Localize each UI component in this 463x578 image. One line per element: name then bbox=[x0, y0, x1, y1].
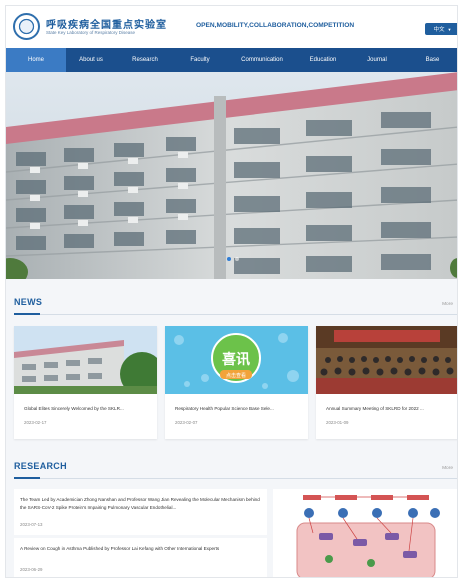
carousel-dot[interactable] bbox=[226, 257, 231, 261]
research-more-link[interactable]: More bbox=[442, 466, 453, 471]
research-item-date: 2023-07-13 bbox=[20, 522, 43, 527]
logo-title-en: State Key Laboratory of Respiratory Dise… bbox=[46, 30, 136, 35]
research-section-title: RESEARCH bbox=[14, 461, 67, 471]
mechanism-diagram-image bbox=[273, 489, 457, 577]
research-item-title[interactable]: The Team Led by Academician Zhong Nansha… bbox=[20, 496, 262, 511]
research-divider bbox=[14, 477, 457, 479]
nav-item-home[interactable]: Home bbox=[6, 48, 66, 72]
lab-logo-icon[interactable] bbox=[13, 13, 40, 40]
research-item-title[interactable]: A Review on Cough in Asthma Published by… bbox=[20, 545, 262, 553]
research-item[interactable]: The Team Led by Academician Zhong Nansha… bbox=[14, 489, 267, 535]
carousel-dot[interactable] bbox=[234, 257, 239, 261]
news-section-title: NEWS bbox=[14, 297, 43, 307]
news-image: 喜讯 点击查看 bbox=[165, 326, 308, 394]
news-date: 2023-02-07 bbox=[175, 420, 198, 425]
news-date: 2023-02-17 bbox=[24, 420, 47, 425]
main-nav: Home About us Research Faculty Communica… bbox=[6, 48, 457, 72]
hero-banner[interactable] bbox=[6, 72, 457, 279]
news-badge-main: 喜讯 bbox=[222, 351, 250, 368]
news-card[interactable]: 喜讯 点击查看 Respiratory Health Popular Scien… bbox=[165, 326, 308, 439]
nav-item-education[interactable]: Education bbox=[298, 48, 348, 72]
slogan: OPEN,MOBILITY,COLLABORATION,COMPETITION bbox=[196, 22, 355, 29]
news-card[interactable]: Global Elites Sincerely Welcomed by the … bbox=[14, 326, 157, 439]
news-image bbox=[14, 326, 157, 394]
news-card[interactable]: Annual Summary Meeting of SKLRD for 2022… bbox=[316, 326, 457, 439]
news-badge-sub: 点击查看 bbox=[226, 372, 246, 379]
language-label: 中文 bbox=[433, 27, 445, 33]
research-item[interactable]: A Review on Cough in Asthma Published by… bbox=[14, 538, 267, 577]
news-title[interactable]: Respiratory Health Popular Science Base … bbox=[175, 406, 300, 411]
hero-building-image bbox=[6, 72, 457, 279]
language-switch-button[interactable]: 中文 ▼ bbox=[425, 23, 457, 35]
nav-item-faculty[interactable]: Faculty bbox=[174, 48, 226, 72]
chevron-down-icon: ▼ bbox=[447, 26, 452, 32]
nav-item-about-us[interactable]: About us bbox=[66, 48, 116, 72]
research-featured-image[interactable] bbox=[273, 489, 457, 577]
news-title[interactable]: Global Elites Sincerely Welcomed by the … bbox=[24, 406, 149, 411]
research-list: The Team Led by Academician Zhong Nansha… bbox=[14, 489, 267, 577]
news-image bbox=[316, 326, 457, 394]
news-divider bbox=[14, 313, 457, 315]
news-title[interactable]: Annual Summary Meeting of SKLRD for 2022… bbox=[326, 406, 451, 411]
news-more-link[interactable]: More bbox=[442, 302, 453, 307]
nav-item-communication[interactable]: Communication bbox=[226, 48, 298, 72]
carousel-dots bbox=[6, 257, 457, 261]
research-item-date: 2023-06-29 bbox=[20, 567, 43, 572]
logo-title-zh[interactable]: 呼吸疾病全国重点实验室 bbox=[46, 16, 167, 31]
header: 呼吸疾病全国重点实验室 State Key Laboratory of Resp… bbox=[6, 6, 457, 48]
news-date: 2023-01-09 bbox=[326, 420, 349, 425]
nav-item-journal[interactable]: Journal bbox=[348, 48, 406, 72]
nav-item-base[interactable]: Base bbox=[406, 48, 457, 72]
nav-item-research[interactable]: Research bbox=[116, 48, 174, 72]
page: 呼吸疾病全国重点实验室 State Key Laboratory of Resp… bbox=[5, 5, 458, 578]
